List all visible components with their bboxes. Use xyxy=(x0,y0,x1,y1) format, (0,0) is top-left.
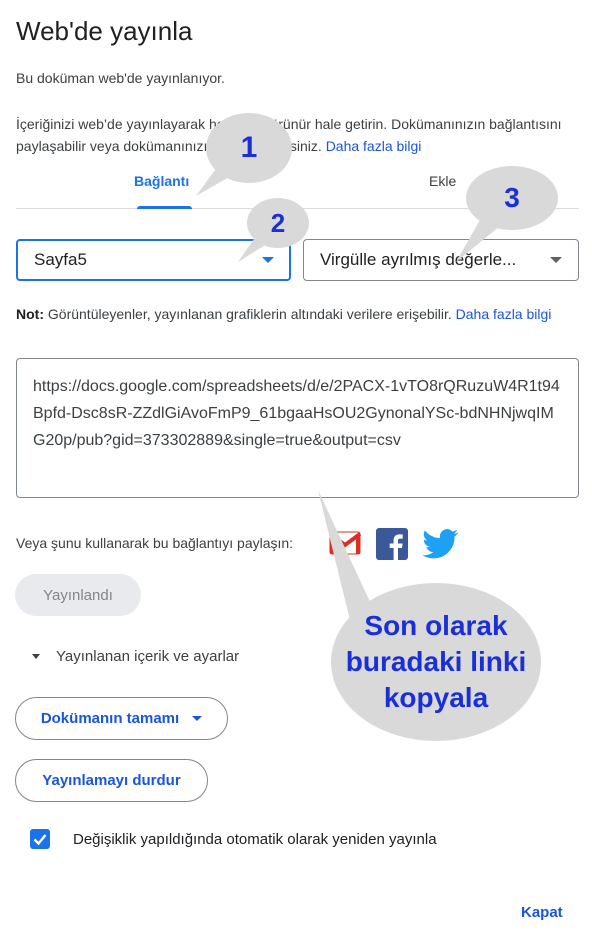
annotation-final-text: Son olarak buradaki linki kopyala xyxy=(346,608,527,716)
annotation-bubble-final: Son olarak buradaki linki kopyala xyxy=(331,583,541,741)
annotation-final-line: kopyala xyxy=(383,682,489,713)
callout-tail xyxy=(196,170,500,620)
annotation-bubble-1: 1 xyxy=(206,113,292,183)
annotation-final-line: Son olarak xyxy=(364,610,508,641)
annotation-bubble-3: 3 xyxy=(466,166,558,230)
annotation-final-line: buradaki linki xyxy=(345,646,527,677)
annotation-bubble-2: 2 xyxy=(247,198,309,248)
